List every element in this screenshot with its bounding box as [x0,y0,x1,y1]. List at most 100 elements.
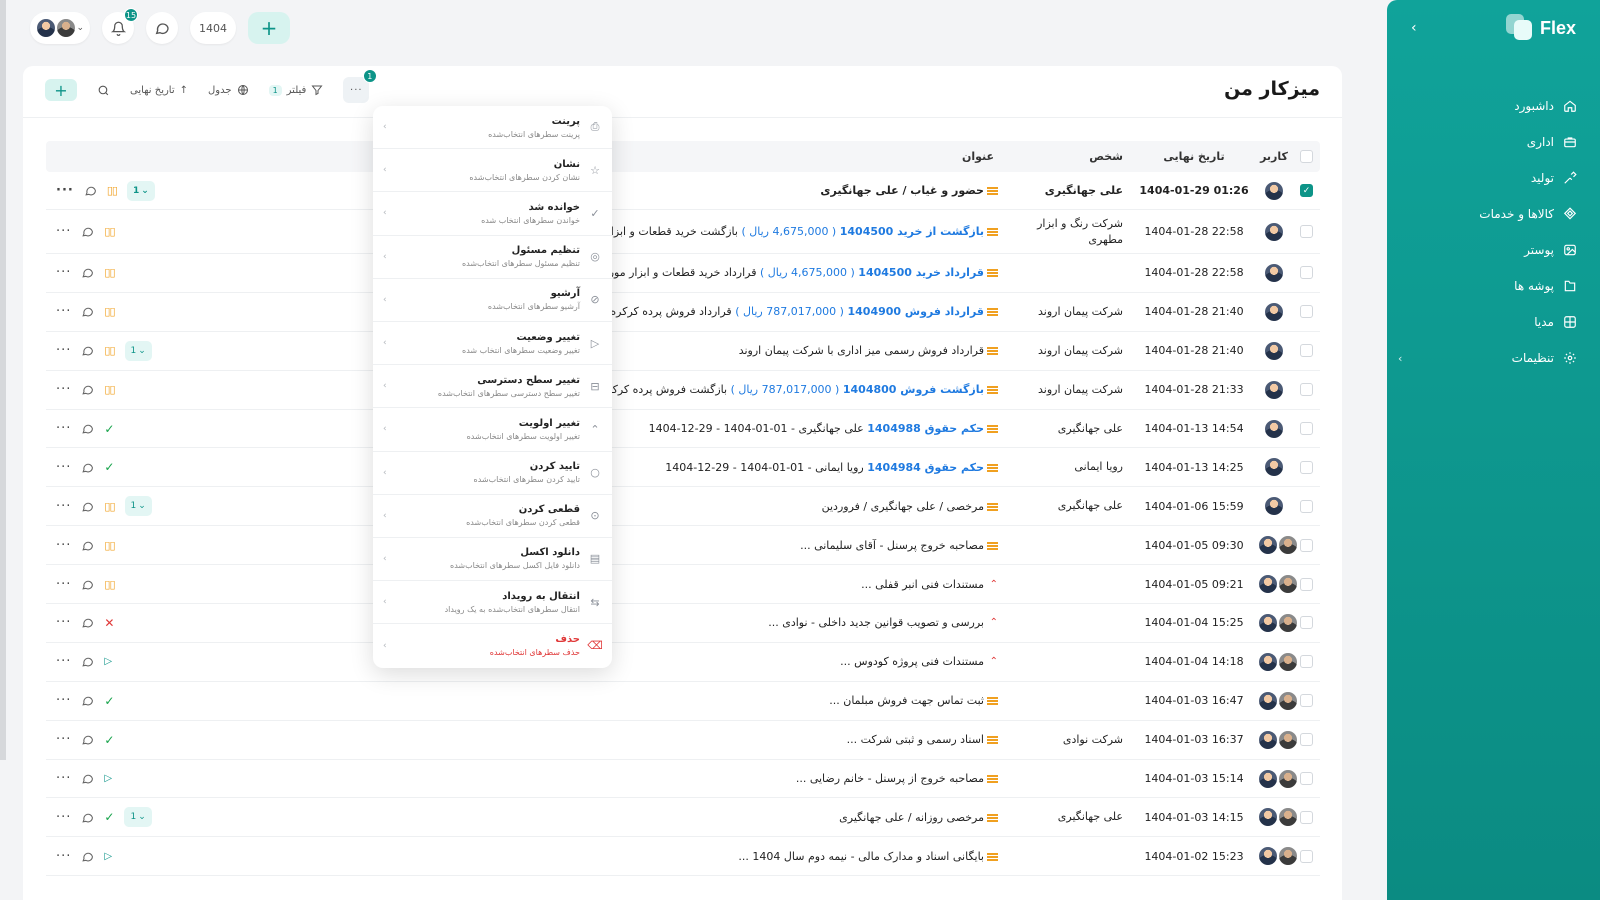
more-dots-icon[interactable]: ··· [56,183,74,198]
more-dots-icon[interactable]: ··· [56,693,71,708]
chat-icon[interactable] [81,616,94,629]
status-paused-icon[interactable]: ▯▯ [104,225,115,238]
more-dots-icon[interactable]: ··· [56,577,71,592]
view-button[interactable]: جدول [208,84,249,96]
version-pill[interactable]: 1 ⌄ [124,807,152,828]
record-link[interactable]: حکم حقوق 1404984 [867,461,984,474]
table-row[interactable]: 1404-01-04 15:25 ⌃ بررسی و تصویب قوانین جد… [46,604,1320,643]
row-checkbox[interactable] [1293,849,1320,863]
record-link[interactable]: حکم حقوق 1404988 [867,422,984,435]
title-cell[interactable]: اسناد رسمی و ثبتی شرکت ... [176,733,1002,746]
filter-button[interactable]: 1 فیلتر [268,84,324,96]
row-checkbox[interactable] [1293,655,1320,669]
menu-item[interactable]: ○ تایید کردن تایید کردن سطرهای انتخاب‌شده ‹ [373,452,612,495]
account-switcher[interactable]: ⌄ [30,12,90,44]
chat-icon[interactable] [84,184,97,197]
chat-icon[interactable] [81,539,94,552]
version-pill[interactable]: 1 ⌄ [124,340,152,361]
row-checkbox[interactable] [1293,499,1320,513]
record-link[interactable]: قرارداد فروش 1404900 [847,305,984,318]
year-selector[interactable]: 1404 [190,12,236,44]
more-dots-icon[interactable]: ··· [56,654,71,669]
add-row-button[interactable]: + [45,79,77,101]
row-checkbox[interactable] [1293,577,1320,591]
row-checkbox[interactable] [1293,266,1320,280]
sidebar-item-poster[interactable]: پوستر [1398,232,1578,268]
table-row[interactable]: 1404-01-28 22:58 قرارداد خرید 1404500 ( 4… [46,254,1320,293]
status-done-icon[interactable]: ✓ [104,694,114,708]
table-row[interactable]: 1404-01-06 15:59 علی جهانگیری مرخصی / علی … [46,487,1320,527]
menu-item[interactable]: ⊟ تغییر سطح دسترسی تغییر سطح دسترسی سطرهای… [373,365,612,409]
add-button[interactable]: + [248,12,290,44]
chat-icon[interactable] [81,225,94,238]
status-done-icon[interactable]: ✓ [104,810,114,824]
chat-icon[interactable] [81,305,94,318]
row-checkbox[interactable] [1293,810,1320,824]
notifications-button[interactable]: 15 [102,8,138,44]
menu-item[interactable]: ✓ خوانده شد خواندن سطرهای انتخاب شده ‹ [373,192,612,236]
status-done-icon[interactable]: ✓ [104,460,114,474]
more-dots-icon[interactable]: ··· [56,615,71,630]
status-cancelled-icon[interactable]: ✕ [104,616,114,630]
status-paused-icon[interactable]: ▯▯ [104,539,115,552]
table-row[interactable]: 1404-01-28 22:58 شرکت رنگ و ابزار مطهری با… [46,210,1320,254]
version-pill[interactable]: 1 ⌄ [126,180,155,201]
more-dots-icon[interactable]: ··· [56,421,71,436]
record-link[interactable]: بازگشت از خرید 1404500 [840,225,984,238]
row-checkbox[interactable] [1293,694,1320,708]
menu-item[interactable]: ⊘ آرشیو آرشیو سطرهای انتخاب‌شده ‹ [373,279,612,322]
more-dots-icon[interactable]: ··· [56,382,71,397]
menu-item[interactable]: ⌃ تغییر اولویت تغییر اولویت سطرهای انتخاب‌… [373,408,612,452]
row-checkbox[interactable] [1293,422,1320,435]
search-button[interactable] [97,84,110,97]
sidebar-item-office[interactable]: اداری [1398,124,1578,160]
record-link[interactable]: بازگشت فروش 1404800 [843,383,984,396]
status-done-icon[interactable]: ✓ [104,422,114,436]
status-paused-icon[interactable]: ▯▯ [107,184,118,197]
more-dots-icon[interactable]: ··· [56,304,71,319]
more-dots-icon[interactable]: ··· [56,771,71,786]
chat-icon[interactable] [81,850,94,863]
row-checkbox[interactable] [1293,733,1320,747]
header-date[interactable]: تاریخ نهایی [1133,150,1255,163]
table-row[interactable]: 1404-01-03 16:37 شرکت نوادی اسناد رسمی و ث… [46,721,1320,760]
chat-icon[interactable] [81,344,94,357]
title-cell[interactable]: ثبت تماس جهت فروش مبلمان ... [176,694,1002,707]
status-paused-icon[interactable]: ▯▯ [104,383,115,396]
chat-button[interactable] [146,12,178,44]
chat-icon[interactable] [81,772,94,785]
menu-item[interactable]: ⇆ انتقال به رویداد انتقال سطرهای انتخاب‌شد… [373,581,612,625]
title-cell[interactable]: مرخصی روزانه / علی جهانگیری [176,811,1002,824]
status-paused-icon[interactable]: ▯▯ [104,305,115,318]
sidebar-item-products[interactable]: کالاها و خدمات [1398,196,1578,232]
chat-icon[interactable] [81,694,94,707]
chat-icon[interactable] [81,461,94,474]
row-checkbox[interactable] [1293,772,1320,786]
sidebar-item-media[interactable]: مدیا [1398,304,1578,340]
select-all-checkbox[interactable] [1293,150,1320,163]
more-dots-icon[interactable]: ··· [56,343,71,358]
more-dots-icon[interactable]: ··· [56,849,71,864]
status-running-icon[interactable]: ▷ [104,773,112,784]
row-checkbox[interactable] [1293,305,1320,319]
more-dots-icon[interactable]: ··· [56,538,71,553]
version-pill[interactable]: 1 ⌄ [124,496,152,517]
chat-icon[interactable] [81,578,94,591]
sort-button[interactable]: تاریخ نهایی ↑ [130,85,188,96]
table-row[interactable]: 1404-01-03 16:47 ثبت تماس جهت فروش مبلمان… [46,682,1320,721]
table-row[interactable]: 1404-01-28 21:40 شرکت پیمان اروند قرارداد … [46,293,1320,332]
collapse-sidebar-button[interactable]: ‹ [1411,20,1425,36]
chat-icon[interactable] [81,266,94,279]
row-checkbox[interactable]: ✓ [1293,184,1320,197]
more-dots-icon[interactable]: ··· [56,460,71,475]
table-row[interactable]: 1404-01-02 15:23 بایگانی اسناد و مدارک ما… [46,837,1320,877]
sidebar-item-folders[interactable]: پوشه ها [1398,268,1578,304]
table-row[interactable]: 1404-01-13 14:54 علی جهانگیری حکم حقوق 140… [46,410,1320,449]
menu-item[interactable]: ▤ دانلود اکسل دانلود فایل اکسل سطرهای انتخ… [373,538,612,582]
menu-item[interactable]: ☆ نشان نشان کردن سطرهای انتخاب‌شده ‹ [373,149,612,193]
menu-item[interactable]: ⊙ قطعی کردن قطعی کردن سطرهای انتخاب‌شده ‹ [373,495,612,538]
status-paused-icon[interactable]: ▯▯ [104,266,115,279]
more-dots-icon[interactable]: ··· [56,732,71,747]
chat-icon[interactable] [81,383,94,396]
more-dots-icon[interactable]: ··· [56,224,71,239]
